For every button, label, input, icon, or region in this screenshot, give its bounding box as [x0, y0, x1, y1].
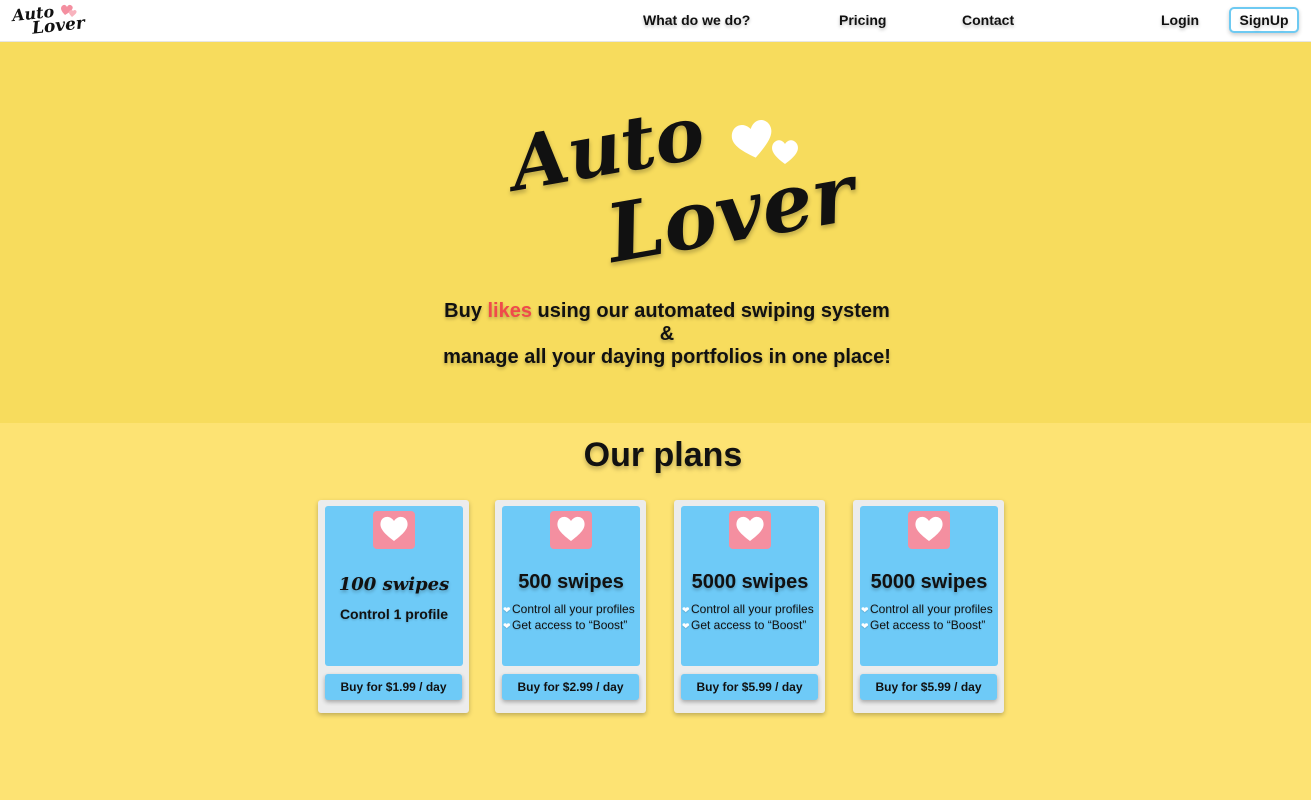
plan-feature-text: Control all your profiles	[512, 602, 635, 616]
plan-description: Control 1 profile	[339, 606, 449, 622]
plan-card-body: 500 swipes ❤Control all your profiles ❤G…	[502, 506, 640, 666]
plan-card: 5000 swipes ❤Control all your profiles ❤…	[674, 500, 825, 713]
nav-link-contact[interactable]: Contact	[962, 12, 1014, 28]
plan-feature-text: Get access to “Boost”	[870, 618, 986, 632]
heart-icon	[729, 511, 771, 549]
plan-feature-list: ❤Control all your profiles ❤Get access t…	[682, 602, 820, 634]
plan-card-body: 5000 swipes ❤Control all your profiles ❤…	[681, 506, 819, 666]
plan-feature: ❤Control all your profiles	[861, 602, 999, 618]
hearts-icon	[731, 119, 798, 164]
plan-feature: ❤Get access to “Boost”	[861, 618, 999, 634]
plan-feature: ❤Get access to “Boost”	[503, 618, 641, 634]
tagline-post: using our automated swiping system	[531, 300, 890, 322]
plan-feature-list: ❤Control all your profiles ❤Get access t…	[861, 602, 999, 634]
buy-button[interactable]: Buy for $5.99 / day	[860, 674, 997, 700]
plan-title: 5000 swipes	[870, 571, 988, 593]
plan-card: 5000 swipes ❤Control all your profiles ❤…	[853, 500, 1004, 713]
hearts-icon	[61, 4, 77, 17]
hero-section: Auto Lover Buy likes using our automated…	[0, 42, 1311, 423]
plan-feature-list: ❤Control all your profiles ❤Get access t…	[503, 602, 641, 634]
heart-icon	[550, 511, 592, 549]
nav-link-pricing[interactable]: Pricing	[839, 12, 886, 28]
plan-card-body: 100 swipes Control 1 profile	[325, 506, 463, 666]
nav-link-what-do-we-do[interactable]: What do we do?	[643, 12, 750, 28]
heart-bullet-icon: ❤	[682, 605, 690, 615]
buy-button[interactable]: Buy for $1.99 / day	[325, 674, 462, 700]
plan-feature: ❤Control all your profiles	[503, 602, 641, 618]
heart-bullet-icon: ❤	[503, 605, 511, 615]
plan-card: 500 swipes ❤Control all your profiles ❤G…	[495, 500, 646, 713]
plan-feature: ❤Control all your profiles	[682, 602, 820, 618]
plan-feature-text: Get access to “Boost”	[512, 618, 628, 632]
plans-title: Our plans	[583, 436, 743, 474]
plan-feature: ❤Get access to “Boost”	[682, 618, 820, 634]
nav-logo[interactable]: Auto Lover	[10, 2, 86, 40]
hero-tagline: Buy likes using our automated swiping sy…	[0, 300, 1311, 369]
tagline-ampersand: &	[659, 323, 675, 345]
hero-logo: Auto Lover	[500, 90, 861, 281]
buy-button[interactable]: Buy for $5.99 / day	[681, 674, 818, 700]
heart-bullet-icon: ❤	[503, 621, 511, 631]
heart-icon	[373, 511, 415, 549]
heart-bullet-icon: ❤	[861, 621, 869, 631]
plan-title: 500 swipes	[518, 571, 624, 593]
top-navbar: Auto Lover What do we do? Pricing Contac…	[0, 0, 1311, 42]
tagline-pre: Buy	[444, 300, 488, 322]
plan-title: 100 swipes	[338, 574, 450, 595]
plan-card-body: 5000 swipes ❤Control all your profiles ❤…	[860, 506, 998, 666]
plan-title: 5000 swipes	[691, 571, 809, 593]
heart-bullet-icon: ❤	[861, 605, 869, 615]
tagline-accent: likes	[487, 300, 532, 322]
plan-feature-text: Control all your profiles	[691, 602, 814, 616]
heart-icon	[908, 511, 950, 549]
signup-button[interactable]: SignUp	[1229, 7, 1299, 33]
plan-feature-text: Control all your profiles	[870, 602, 993, 616]
heart-bullet-icon: ❤	[682, 621, 690, 631]
tagline-line1: Buy likes using our automated swiping sy…	[0, 300, 1311, 323]
tagline-line3: manage all your daying portfolios in one…	[443, 346, 891, 368]
plan-feature-text: Get access to “Boost”	[691, 618, 807, 632]
buy-button[interactable]: Buy for $2.99 / day	[502, 674, 639, 700]
login-link[interactable]: Login	[1161, 12, 1199, 28]
plan-card: 100 swipes Control 1 profile Buy for $1.…	[318, 500, 469, 713]
